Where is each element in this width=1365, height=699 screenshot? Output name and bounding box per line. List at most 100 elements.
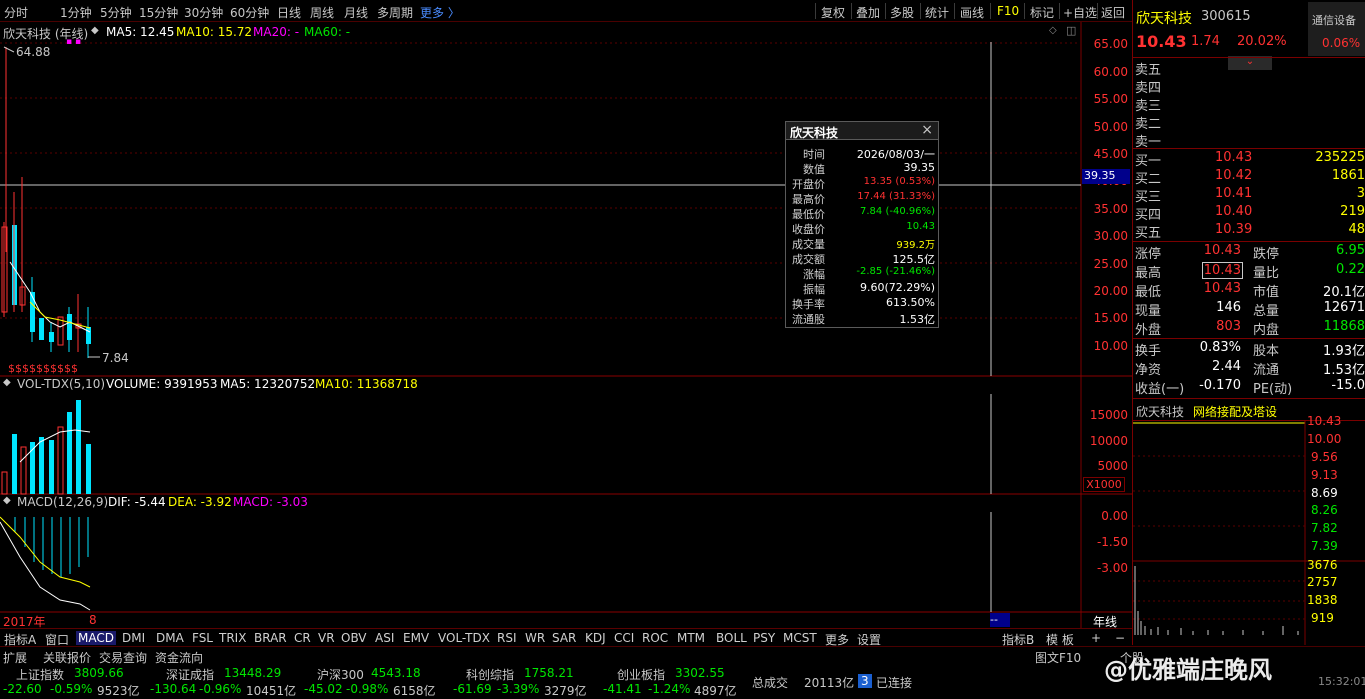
tooltip-row: 涨幅 -2.85 (-21.46%): [803, 266, 935, 281]
macd-dea: DEA: -3.92: [168, 495, 232, 509]
total-volume-label: 总成交: [752, 676, 789, 690]
mini-tag[interactable]: 网络接配及塔设: [1193, 403, 1277, 420]
crosshair-price-tag: 39.35: [1082, 169, 1130, 184]
collapse-icon[interactable]: ◆: [3, 495, 11, 506]
volume-bars: [1, 400, 91, 495]
tooltip-row: 成交额 125.5亿: [792, 253, 935, 266]
collapse-icon[interactable]: ◆: [3, 377, 11, 388]
mark-button[interactable]: 标记: [1030, 4, 1054, 21]
tooltip-row: 数值 39.35: [803, 161, 935, 176]
stats-button[interactable]: 统计: [925, 4, 949, 21]
indicator-tabs: 指标A 窗口 MACD DMI DMA FSL TRIX BRAR CR VR …: [0, 628, 1132, 647]
price-change: 1.74: [1191, 34, 1220, 49]
mini-title: 欣天科技: [1136, 405, 1185, 419]
tab-cci[interactable]: CCI: [614, 631, 634, 645]
tab-psy[interactable]: PSY: [753, 631, 775, 645]
sell-row-2: 卖二: [1135, 117, 1162, 132]
tab-rsi[interactable]: RSI: [497, 631, 517, 645]
stat-row: 换手 0.83% 股本 1.93亿: [1135, 340, 1365, 359]
tab-mcst[interactable]: MCST: [783, 631, 817, 645]
tab-mtm[interactable]: MTM: [677, 631, 705, 645]
period-week[interactable]: 周线: [310, 4, 334, 21]
stat-row: 收益(一) -0.170 PE(动) -15.0: [1135, 378, 1365, 397]
tooltip-row: 收盘价 10.43: [792, 221, 935, 236]
stat-row: 涨停 10.43 跌停 6.95: [1135, 243, 1365, 262]
tab-trix[interactable]: TRIX: [219, 631, 246, 645]
macd-header: ◆ MACD(12,26,9) DIF: -5.44 DEA: -3.92 MA…: [0, 495, 900, 511]
tab-wr[interactable]: WR: [525, 631, 545, 645]
stat-row: 净资 2.44 流通 1.53亿: [1135, 359, 1365, 378]
period-day[interactable]: 日线: [277, 4, 301, 21]
tab-sar[interactable]: SAR: [552, 631, 576, 645]
tab-vr[interactable]: VR: [318, 631, 335, 645]
status-bar: 扩展 关联报价 交易查询 资金流向 上证指数 3809.66 -22.60 -0…: [0, 646, 1365, 699]
buy-row-1: 买一 10.43 235225: [1135, 150, 1365, 169]
sell-row-1: 卖一: [1135, 135, 1162, 150]
sector-box[interactable]: 通信设备 0.06%: [1308, 2, 1365, 56]
period-fenshi[interactable]: 分时: [4, 4, 28, 21]
macd-dif: DIF: -5.44: [108, 495, 166, 509]
tooltip-title: 欣天科技: [790, 126, 839, 140]
period-60min[interactable]: 60分钟: [230, 4, 269, 21]
period-5min[interactable]: 5分钟: [100, 4, 132, 21]
connection-status[interactable]: 已连接: [876, 674, 912, 691]
fuquan-button[interactable]: 复权: [821, 4, 845, 21]
volume-header: ◆ VOL-TDX(5,10) VOLUME: 9391953 MA5: 123…: [0, 377, 900, 393]
tab-obv[interactable]: OBV: [341, 631, 367, 645]
clock: 15:32:01: [1318, 675, 1365, 688]
tab-roc[interactable]: ROC: [642, 631, 668, 645]
year-tick: 8: [89, 613, 97, 627]
back-button[interactable]: 返回: [1101, 4, 1125, 21]
zoom-in-button[interactable]: +: [1091, 631, 1101, 645]
price-change-pct: 20.02%: [1237, 34, 1287, 49]
tab-dmi[interactable]: DMI: [122, 631, 145, 645]
tab-cr[interactable]: CR: [294, 631, 311, 645]
total-volume-value: 20113亿: [804, 676, 855, 690]
tab-asi[interactable]: ASI: [375, 631, 394, 645]
buy-row-3: 买三 10.41 3: [1135, 186, 1365, 205]
tab-emv[interactable]: EMV: [403, 631, 429, 645]
connection-count: 3: [858, 674, 872, 688]
f10-button[interactable]: F10: [997, 4, 1019, 18]
close-icon[interactable]: ×: [921, 122, 933, 138]
current-price: 10.43: [1136, 32, 1187, 51]
period-more[interactable]: 更多 〉: [420, 4, 460, 21]
top-toolbar: 分时 1分钟 5分钟 15分钟 30分钟 60分钟 日线 周线 月线 多周期 更…: [0, 0, 1132, 22]
tab-fund-flow[interactable]: 资金流向: [155, 649, 203, 666]
overlay-button[interactable]: 叠加: [856, 4, 880, 21]
multi-stock-button[interactable]: 多股: [890, 4, 914, 21]
vol-value: VOLUME: 9391953: [106, 377, 218, 391]
tooltip-row: 振幅 9.60(72.29%): [803, 281, 935, 296]
high-marker: 64.88: [16, 45, 51, 59]
tooltip-row: 最高价 17.44 (31.33%): [792, 191, 935, 206]
volume-unit: X1000: [1083, 477, 1125, 492]
zoom-out-button[interactable]: −: [1115, 631, 1125, 645]
event-markers: $$$$$$$$$$: [8, 362, 78, 375]
tab-boll[interactable]: BOLL: [716, 631, 747, 645]
period-15min[interactable]: 15分钟: [139, 4, 178, 21]
macd-title: MACD(12,26,9): [17, 495, 109, 509]
crosshair-date-tag: --: [990, 613, 1010, 627]
tab-macd[interactable]: MACD: [76, 631, 116, 645]
tab-brar[interactable]: BRAR: [254, 631, 287, 645]
tab-extend[interactable]: 扩展: [3, 649, 27, 666]
tab-fsl[interactable]: FSL: [192, 631, 213, 645]
macd-value: MACD: -3.03: [233, 495, 308, 509]
period-multi[interactable]: 多周期: [377, 4, 413, 21]
period-30min[interactable]: 30分钟: [184, 4, 223, 21]
draw-line-button[interactable]: 画线: [960, 4, 984, 21]
sell-row-4: 卖四: [1135, 81, 1162, 96]
tab-f10-graphic[interactable]: 图文F10: [1035, 649, 1081, 666]
tab-dma[interactable]: DMA: [156, 631, 184, 645]
buy-row-5: 买五 10.39 48: [1135, 222, 1365, 241]
tab-vol-tdx[interactable]: VOL-TDX: [438, 631, 490, 645]
add-watchlist-button[interactable]: +自选: [1063, 4, 1097, 21]
sell-row-5: 卖五: [1135, 63, 1162, 78]
tab-related-quote[interactable]: 关联报价: [43, 649, 91, 666]
tooltip-row: 开盘价 13.35 (0.53%): [792, 176, 935, 191]
period-1min[interactable]: 1分钟: [60, 4, 92, 21]
tab-kdj[interactable]: KDJ: [585, 631, 606, 645]
quote-panel: 欣天科技 300615 10.43 1.74 20.02% 通信设备 0.06%…: [1132, 0, 1365, 645]
period-month[interactable]: 月线: [344, 4, 368, 21]
tab-trade-query[interactable]: 交易查询: [99, 649, 147, 666]
